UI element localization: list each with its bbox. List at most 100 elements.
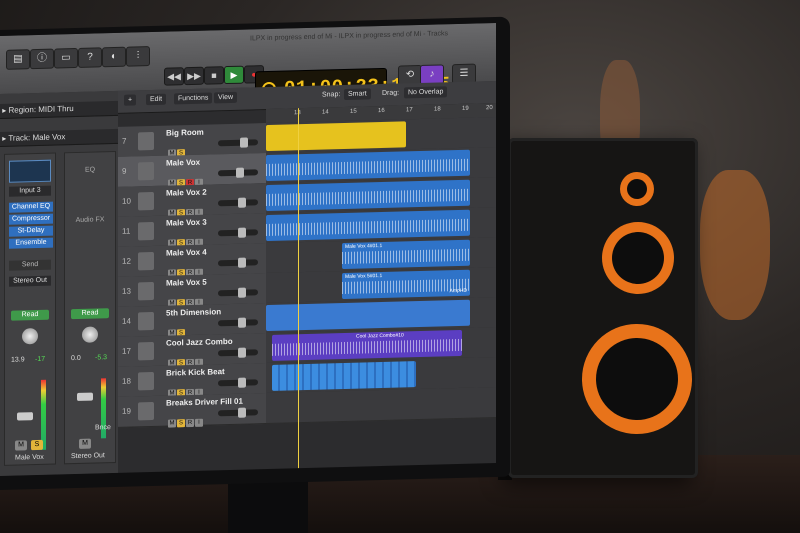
track-name: Cool Jazz Combo — [166, 336, 233, 348]
track-icon — [138, 191, 154, 211]
track-label: Track: Male Vox — [8, 132, 66, 143]
track-inspector-header[interactable]: ▸ Track: Male Vox — [0, 128, 118, 147]
track-number: 17 — [122, 346, 131, 356]
automation-read-button[interactable]: Read — [71, 308, 109, 320]
mixer-button[interactable]: ⫶ — [126, 46, 150, 67]
input-monitor-button[interactable]: I — [195, 418, 203, 427]
mid-driver — [602, 222, 674, 294]
track-number: 10 — [122, 196, 131, 206]
track-icon — [138, 401, 154, 421]
track-name: Breaks Driver Fill 01 — [166, 396, 243, 408]
mute-button[interactable]: M — [168, 419, 176, 428]
solo-button[interactable]: S — [177, 419, 185, 428]
track-number: 11 — [122, 226, 131, 236]
track-icon — [138, 371, 154, 391]
track-volume-slider[interactable] — [218, 287, 258, 298]
plugin-slot[interactable]: St-Delay — [9, 225, 53, 237]
woofer — [582, 324, 692, 434]
photo-scene: ILPX in progress end of Mi - ILPX in pro… — [0, 0, 800, 533]
drag-label: Drag: — [382, 89, 400, 97]
eq-slot[interactable]: EQ — [69, 166, 111, 177]
drag-menu[interactable]: No Overlap — [404, 86, 448, 99]
mute-button[interactable]: M — [15, 440, 27, 451]
strip-name: Male Vox — [15, 453, 44, 462]
track-volume-slider[interactable] — [218, 377, 258, 388]
track-lane[interactable] — [266, 387, 496, 425]
view-menu[interactable]: View — [214, 91, 238, 104]
track-header[interactable]: 19 Breaks Driver Fill 01 MSRI — [118, 393, 266, 428]
audio-region[interactable]: Cool Jazz Combo#10 — [272, 329, 462, 361]
inspector: ▸ Region: MIDI Thru ▸ Track: Male Vox In… — [0, 90, 118, 476]
ruler-bar: 17 — [406, 107, 413, 114]
mute-button[interactable]: M — [79, 438, 91, 449]
rewind-button[interactable]: ◀◀ — [164, 67, 184, 86]
ruler-bar: 19 — [462, 105, 469, 112]
monitor-stand — [228, 478, 308, 533]
track-icon — [138, 311, 154, 331]
track-volume-slider[interactable] — [218, 347, 258, 358]
library-button[interactable]: ▤ — [6, 49, 30, 70]
solo-button[interactable]: S — [31, 439, 43, 451]
region-inspector-header[interactable]: ▸ Region: MIDI Thru — [0, 100, 118, 119]
volume-fader[interactable] — [17, 412, 33, 421]
ruler-bar: 16 — [378, 107, 385, 115]
forward-button[interactable]: ▶▶ — [184, 66, 204, 86]
functions-menu[interactable]: Functions — [174, 92, 213, 105]
ruler-bar: 15 — [350, 108, 357, 115]
ruler-bar: 14 — [322, 109, 329, 116]
midi-region[interactable] — [266, 299, 470, 332]
track-volume-slider[interactable] — [218, 137, 258, 148]
track-name: Male Vox 3 — [166, 217, 207, 228]
audio-region[interactable] — [266, 179, 470, 212]
audio-region[interactable] — [266, 121, 406, 152]
toolbar-button[interactable]: ▭ — [54, 47, 78, 69]
record-enable-button[interactable]: R — [186, 418, 194, 428]
wall-guitar — [700, 170, 770, 320]
pan-knob[interactable] — [22, 328, 38, 345]
audio-region[interactable]: Male Vox 5#01.1 AmpHD — [342, 269, 470, 300]
inspector-button[interactable]: ⓘ — [30, 48, 54, 70]
audio-region[interactable] — [266, 149, 470, 182]
track-volume-slider[interactable] — [218, 257, 258, 268]
drum-region[interactable] — [272, 361, 416, 391]
plugin-slot[interactable]: Compressor — [9, 213, 53, 225]
track-number: 12 — [122, 256, 131, 266]
track-icon — [138, 221, 154, 241]
add-track-button[interactable]: + — [124, 94, 137, 106]
track-icon — [138, 161, 154, 181]
audio-region[interactable] — [266, 209, 470, 242]
pan-knob[interactable] — [82, 326, 98, 343]
output-slot[interactable]: Stereo Out — [9, 275, 51, 287]
edit-menu[interactable]: Edit — [146, 93, 167, 106]
track-name: Brick Kick Beat — [166, 367, 225, 378]
track-volume-slider[interactable] — [218, 317, 258, 328]
track-number: 9 — [122, 166, 127, 176]
track-volume-slider[interactable] — [218, 197, 258, 208]
smart-controls-button[interactable]: ◐ — [102, 46, 126, 68]
ruler-bar: 18 — [434, 106, 441, 113]
snap-label: Snap: — [322, 91, 341, 99]
region-name: Male Vox 4#01.1 — [345, 242, 383, 250]
stop-button[interactable]: ■ — [204, 66, 224, 85]
track-volume-slider[interactable] — [218, 407, 258, 418]
automation-read-button[interactable]: Read — [11, 309, 49, 321]
snap-menu[interactable]: Smart — [344, 88, 371, 100]
eq-thumbnail[interactable] — [9, 159, 51, 183]
track-volume-slider[interactable] — [218, 227, 258, 238]
plugin-slot[interactable]: Channel EQ — [9, 201, 53, 213]
volume-fader[interactable] — [77, 392, 93, 401]
ruler-bar: 20 — [486, 105, 493, 112]
audio-fx-slot[interactable]: Audio FX — [69, 216, 111, 227]
playhead[interactable] — [298, 108, 299, 469]
audio-region[interactable]: Male Vox 4#01.1 — [342, 239, 470, 270]
region-name: AmpHD — [449, 287, 467, 295]
region-name: Cool Jazz Combo#10 — [356, 332, 404, 340]
track-volume-slider[interactable] — [218, 167, 258, 178]
play-button[interactable]: ▶ — [224, 65, 244, 85]
bounce-button[interactable]: Bnce — [95, 424, 111, 431]
input-slot[interactable]: Input 3 — [9, 185, 51, 197]
peak-readout: -5.3 — [95, 354, 108, 362]
send-slot[interactable]: Send — [9, 259, 51, 271]
quick-help-button[interactable]: ? — [78, 47, 102, 68]
plugin-slot[interactable]: Ensemble — [9, 237, 53, 249]
